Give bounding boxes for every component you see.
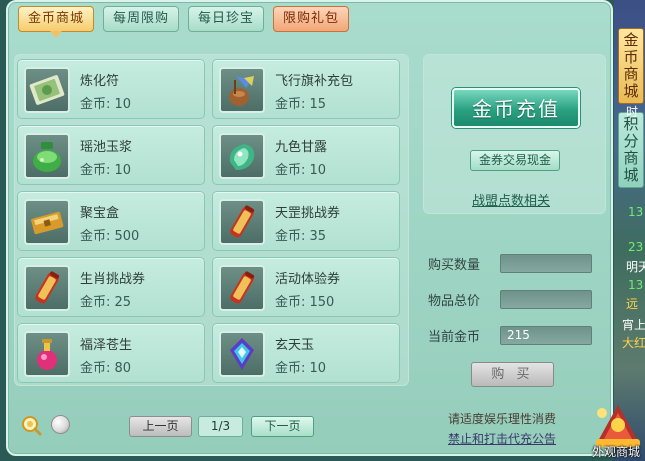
total-price-label: 物品总价 [428,294,481,309]
item-card[interactable]: 瑶池玉浆 金币: 10 [17,125,205,185]
treasure-box-icon [24,199,70,245]
scroll-icon [219,265,265,311]
background-text: 时 [626,105,639,119]
item-card[interactable]: 活动体验券 金币: 150 [212,257,400,317]
side-tab-label: 金币商城 [623,31,639,100]
tab-limited-pack[interactable]: 限购礼包 [273,6,350,32]
buy-button[interactable]: 购 买 [471,362,554,387]
outfit-shop-label: 外观商城 [592,445,641,459]
item-price: 金币: 80 [80,361,132,376]
perfume-bottle-icon [24,331,70,377]
item-price: 金币: 10 [275,361,327,376]
background-text: 23 [628,240,644,254]
dew-gem-icon [219,133,265,179]
item-card[interactable]: 聚宝盒 金币: 500 [17,191,205,251]
item-name: 飞行旗补充包 [275,74,354,89]
item-name: 瑶池玉浆 [80,140,133,155]
background-text: 大红 [622,336,645,350]
background-text: 远 [626,297,639,311]
current-gold-label: 当前金币 [428,330,481,345]
quantity-input[interactable] [500,254,592,273]
background-text: 明天 [626,260,645,274]
item-card[interactable]: 生肖挑战券 金币: 25 [17,257,205,317]
item-price: 金币: 35 [275,229,327,244]
item-card[interactable]: 炼化符 金币: 10 [17,59,205,119]
alliance-points-link[interactable]: 战盟点数相关 [472,190,550,209]
quantity-label: 购买数量 [428,258,481,273]
item-card[interactable]: 玄天玉 金币: 10 [212,323,400,383]
background-text: 宵上 [622,318,645,332]
background-text: 13 [628,278,644,292]
item-price: 金币: 15 [275,97,327,112]
side-tab-points-shop[interactable]: 积分商城 [618,112,644,188]
side-tab-label: 积分商城 [623,115,639,184]
toggle-circle-icon[interactable] [51,415,70,434]
item-card[interactable]: 九色甘露 金币: 10 [212,125,400,185]
item-name: 生肖挑战券 [80,272,146,287]
talisman-icon [24,67,70,113]
prev-page-button[interactable]: 上一页 [129,416,192,437]
item-name: 活动体验券 [275,272,341,287]
jade-potion-icon [24,133,70,179]
item-card[interactable]: 飞行旗补充包 金币: 15 [212,59,400,119]
item-name: 聚宝盒 [80,206,120,221]
current-gold-field: 215 [500,326,592,345]
item-name: 福泽苍生 [80,338,133,353]
shop-tabs: 金币商城 每周限购 每日珍宝 限购礼包 [18,6,350,38]
item-price: 金币: 25 [80,295,132,310]
xuantian-jade-icon [219,331,265,377]
scroll-icon [219,199,265,245]
gold-recharge-button[interactable]: 金币充值 [452,88,580,128]
item-name: 玄天玉 [275,338,315,353]
zoom-icon[interactable] [20,414,42,436]
tab-weekly-limited[interactable]: 每周限购 [103,6,180,32]
tab-daily-treasure[interactable]: 每日珍宝 [188,6,265,32]
item-name: 天罡挑战券 [275,206,341,221]
item-name: 九色甘露 [275,140,328,155]
tab-gold-shop[interactable]: 金币商城 [18,6,95,38]
item-price: 金币: 10 [80,97,132,112]
background-text: 13 [628,205,644,219]
item-card[interactable]: 福泽苍生 金币: 80 [17,323,205,383]
side-tab-gold-shop[interactable]: 金币商城 [618,28,644,104]
flag-pack-icon [219,67,265,113]
scroll-icon [24,265,70,311]
voucher-exchange-button[interactable]: 金券交易现金 [470,150,560,171]
consumption-notice: 请适度娱乐理性消费 [448,412,557,426]
item-price: 金币: 10 [80,163,132,178]
page-indicator: 1/3 [198,416,243,437]
next-page-button[interactable]: 下一页 [251,416,314,437]
anti-proxy-notice-link[interactable]: 禁止和打击代充公告 [448,430,556,447]
item-card[interactable]: 天罡挑战券 金币: 35 [212,191,400,251]
item-name: 炼化符 [80,74,120,89]
total-price-field [500,290,592,309]
item-price: 金币: 150 [275,295,335,310]
item-price: 金币: 500 [80,229,140,244]
game-screen: 金币商城 每周限购 每日珍宝 限购礼包 炼化符 金币: 10 飞行旗补充包 金币… [0,0,645,461]
item-price: 金币: 10 [275,163,327,178]
